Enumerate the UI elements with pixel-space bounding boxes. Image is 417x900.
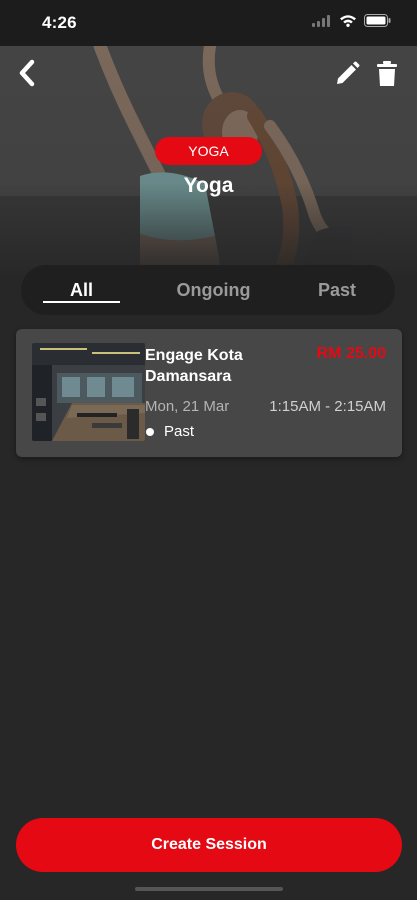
battery-icon <box>364 14 391 32</box>
category-badge: YOGA <box>155 137 262 165</box>
chevron-left-icon <box>17 59 37 92</box>
create-session-button[interactable]: Create Session <box>16 818 402 872</box>
delete-button[interactable] <box>374 60 400 92</box>
status-bar: 4:26 <box>0 0 417 46</box>
status-icons <box>312 14 391 32</box>
page-title: Yoga <box>183 174 234 197</box>
status-dot-icon <box>146 428 154 436</box>
venue-thumbnail <box>32 343 145 441</box>
cellular-signal-icon <box>312 14 332 32</box>
back-button[interactable] <box>12 58 42 92</box>
session-date: Mon, 21 Mar <box>145 398 230 415</box>
home-indicator <box>135 887 283 891</box>
session-price: RM 25.00 <box>316 345 386 362</box>
edit-button[interactable] <box>333 61 361 92</box>
tab-all[interactable]: All <box>43 265 120 315</box>
session-time: 1:15AM - 2:15AM <box>269 398 386 415</box>
tab-past[interactable]: Past <box>307 265 367 315</box>
wifi-icon <box>339 14 357 32</box>
status-time: 4:26 <box>42 13 77 32</box>
trash-icon <box>376 60 398 92</box>
session-card[interactable]: Engage Kota Damansara RM 25.00 Mon, 21 M… <box>16 329 402 457</box>
session-status: Past <box>164 423 195 440</box>
venue-name: Engage Kota Damansara <box>145 347 243 385</box>
session-filter-tabs: All Ongoing Past <box>21 265 395 315</box>
pencil-icon <box>334 61 360 92</box>
tab-ongoing[interactable]: Ongoing <box>169 265 259 315</box>
